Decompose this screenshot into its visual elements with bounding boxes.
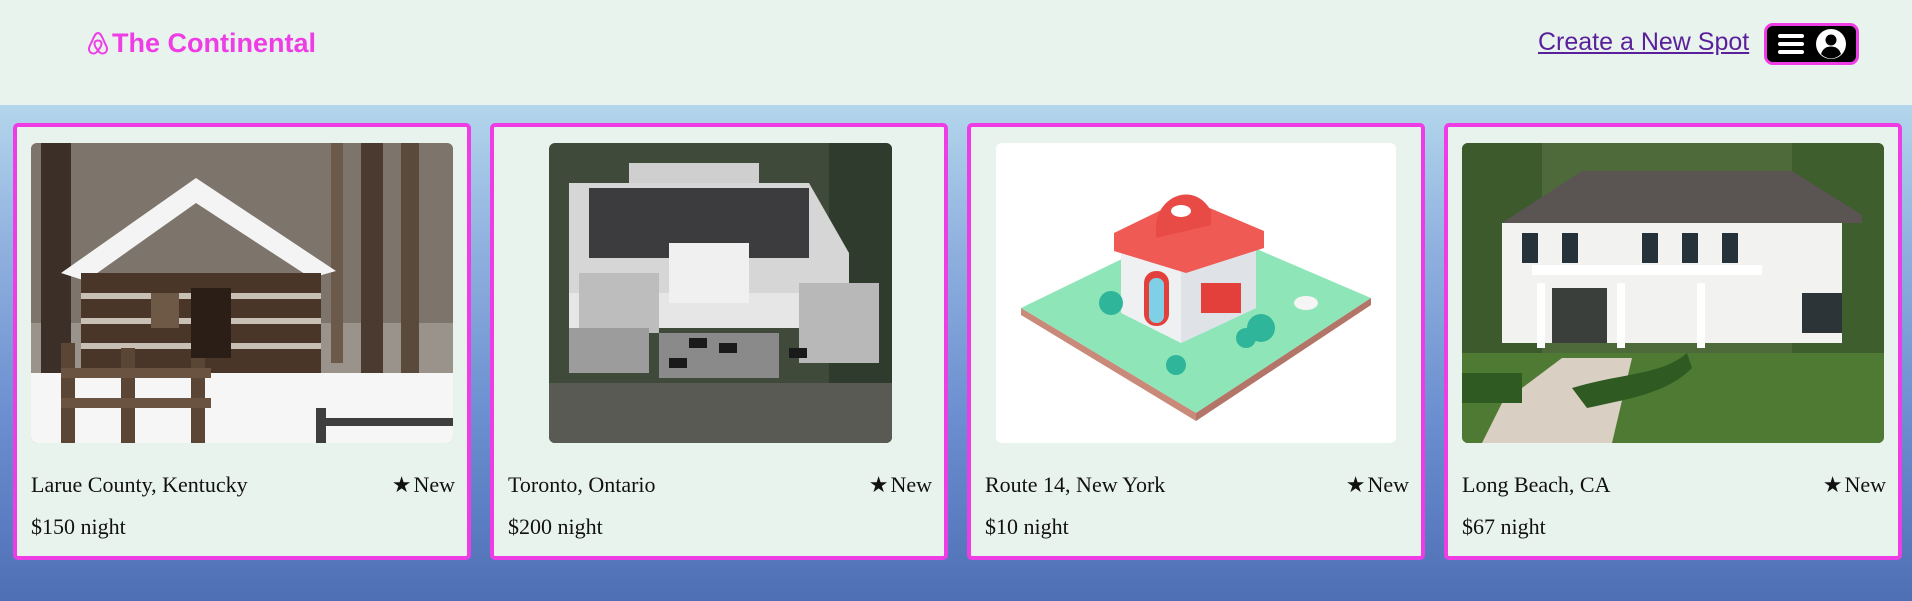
spot-price: $150 night bbox=[31, 514, 126, 539]
star-icon: ★ bbox=[1345, 472, 1366, 497]
spot-location: Route 14, New York bbox=[985, 472, 1166, 497]
header: The Continental Create a New Spot bbox=[0, 0, 1912, 105]
spot-location: Larue County, Kentucky bbox=[31, 472, 248, 497]
spot-image bbox=[549, 143, 892, 443]
spot-image bbox=[1462, 143, 1884, 443]
spot-card[interactable]: Long Beach, CA ★ New $67 night bbox=[1444, 123, 1902, 560]
profile-menu-button[interactable] bbox=[1764, 23, 1859, 65]
spot-card[interactable]: Route 14, New York ★ New $10 night bbox=[967, 123, 1425, 560]
star-icon: ★ bbox=[1822, 472, 1843, 497]
spot-rating: ★ New bbox=[1823, 472, 1886, 498]
rating-text: New bbox=[890, 472, 932, 497]
star-icon: ★ bbox=[868, 472, 889, 497]
hamburger-menu-icon bbox=[1777, 34, 1804, 54]
brand-name: The Continental bbox=[112, 27, 316, 58]
star-icon: ★ bbox=[391, 472, 412, 497]
rating-text: New bbox=[1367, 472, 1409, 497]
airbnb-logo-icon bbox=[88, 31, 108, 55]
spot-rating: ★ New bbox=[869, 472, 932, 498]
spot-location: Toronto, Ontario bbox=[508, 472, 656, 497]
spot-price: $10 night bbox=[985, 514, 1069, 539]
user-avatar-icon bbox=[1815, 29, 1846, 59]
spot-card[interactable]: Toronto, Ontario ★ New $200 night bbox=[490, 123, 948, 560]
spot-price: $200 night bbox=[508, 514, 603, 539]
create-new-spot-link[interactable]: Create a New Spot bbox=[1538, 28, 1749, 57]
home-logo-link[interactable]: The Continental bbox=[86, 26, 316, 60]
rating-text: New bbox=[1844, 472, 1886, 497]
spot-rating: ★ New bbox=[1346, 472, 1409, 498]
spot-card[interactable]: Larue County, Kentucky ★ New $150 night bbox=[13, 123, 471, 560]
spot-image bbox=[996, 143, 1396, 443]
spot-location: Long Beach, CA bbox=[1462, 472, 1611, 497]
spot-image bbox=[31, 143, 453, 443]
spot-price: $67 night bbox=[1462, 514, 1546, 539]
rating-text: New bbox=[413, 472, 455, 497]
spot-rating: ★ New bbox=[392, 472, 455, 498]
